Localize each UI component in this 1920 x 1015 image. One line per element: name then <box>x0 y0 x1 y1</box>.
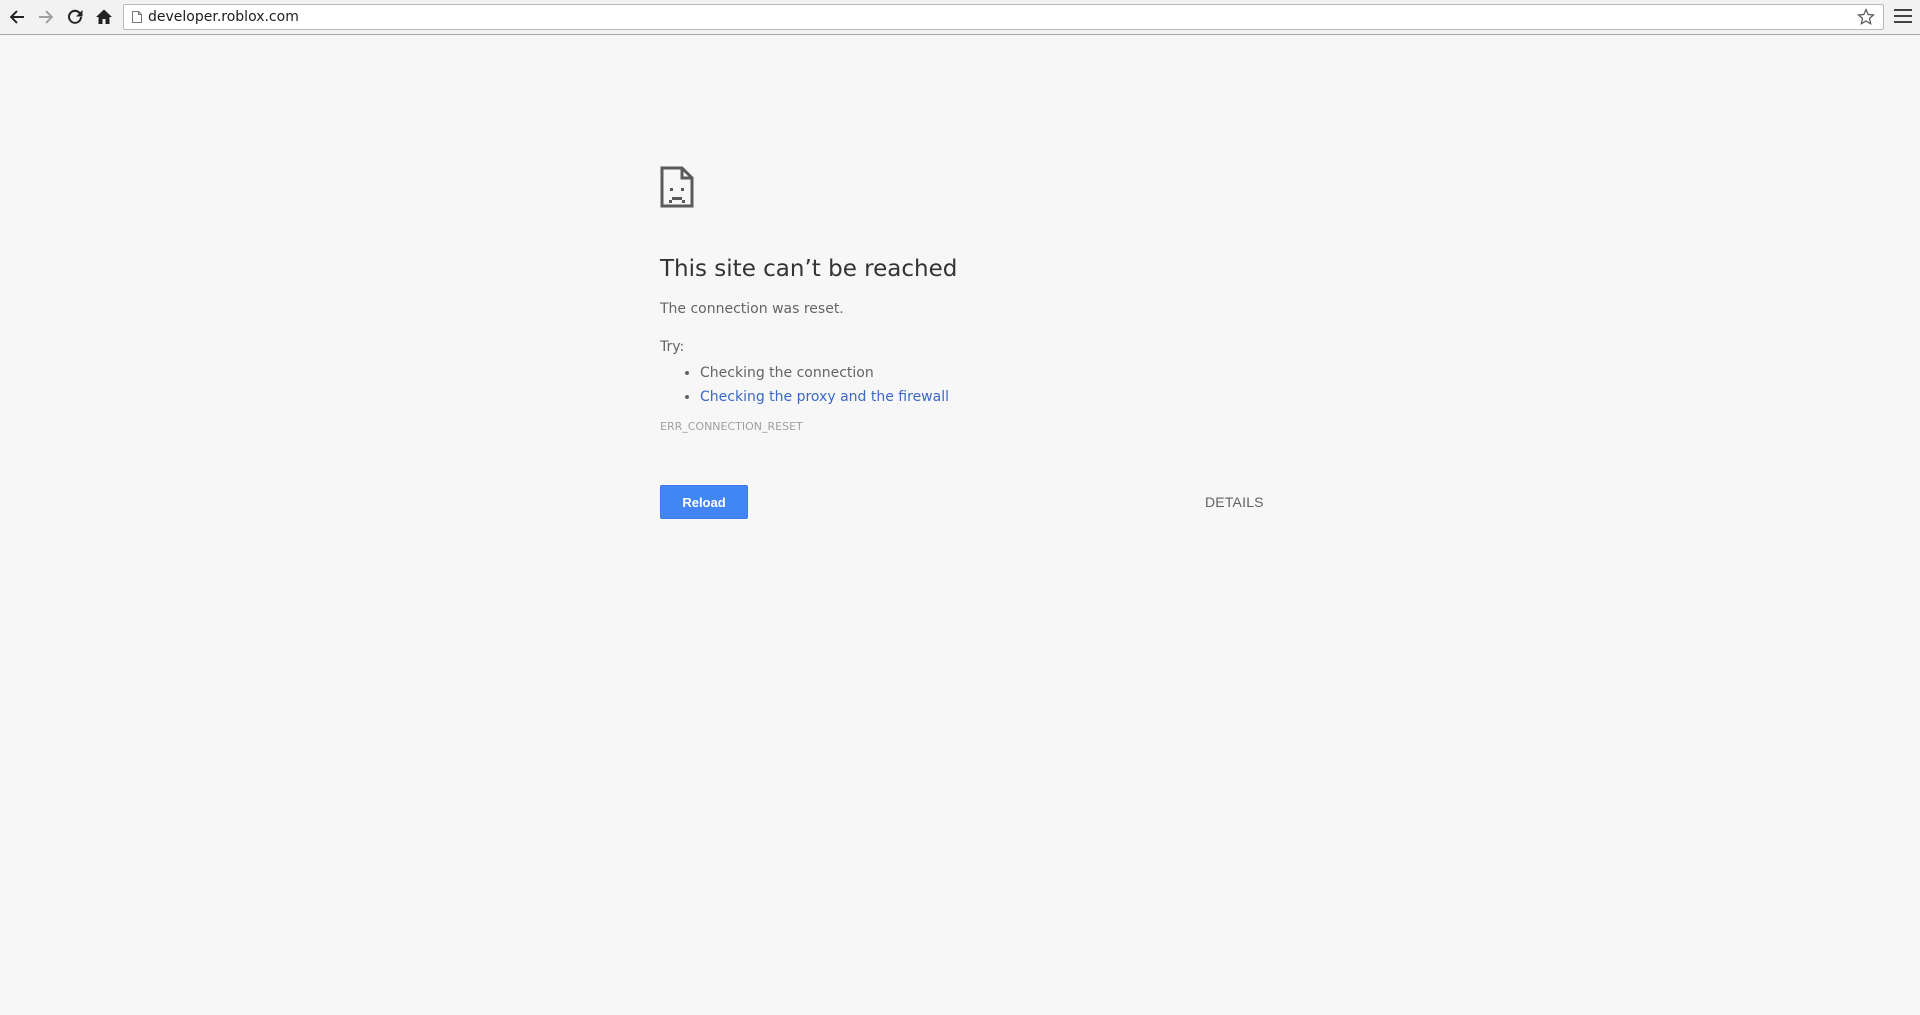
back-arrow-icon <box>9 10 24 24</box>
reload-icon <box>68 9 83 24</box>
error-summary: The connection was reset. <box>660 301 844 317</box>
check-proxy-firewall-link[interactable]: Checking the proxy and the firewall <box>700 389 949 405</box>
suggestion-check-connection: Checking the connection <box>700 361 1260 385</box>
star-icon[interactable] <box>1857 8 1875 26</box>
error-headline: This site can’t be reached <box>660 256 958 282</box>
page-icon <box>132 11 142 23</box>
error-code: ERR_CONNECTION_RESET <box>660 420 803 433</box>
back-button[interactable] <box>6 6 28 28</box>
suggestion-check-proxy-item: Checking the proxy and the firewall <box>700 385 1260 409</box>
browser-toolbar: developer.roblox.com <box>0 0 1920 35</box>
reload-toolbar-button[interactable] <box>64 6 86 28</box>
forward-button[interactable] <box>35 6 57 28</box>
reload-button[interactable]: Reload <box>660 485 748 519</box>
url-text: developer.roblox.com <box>148 9 299 25</box>
hamburger-menu-icon[interactable] <box>1894 9 1912 25</box>
home-button[interactable] <box>93 6 115 28</box>
try-label: Try: <box>660 339 685 355</box>
details-button[interactable]: DETAILS <box>1205 485 1264 519</box>
address-bar[interactable]: developer.roblox.com <box>123 4 1884 30</box>
sad-document-icon <box>660 166 694 208</box>
button-row: Reload DETAILS <box>660 485 1264 521</box>
error-content: This site can’t be reached The connectio… <box>660 166 1264 521</box>
suggestions-list: Checking the connection Checking the pro… <box>660 361 1260 409</box>
forward-arrow-icon <box>39 10 54 24</box>
home-icon <box>96 9 112 24</box>
